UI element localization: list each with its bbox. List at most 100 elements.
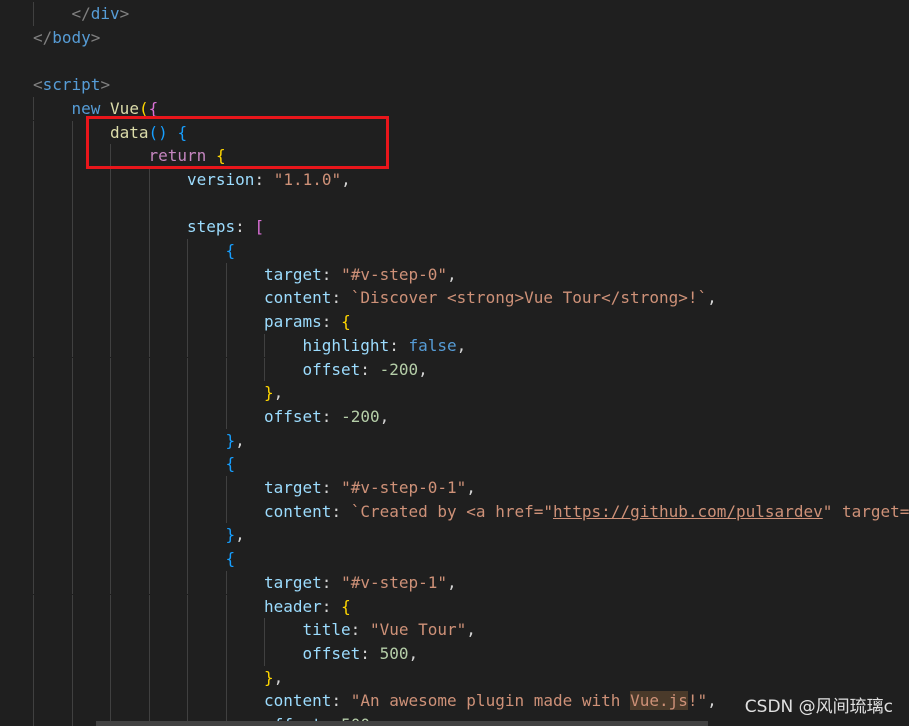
code-line: new Vue({ [0, 96, 909, 121]
indent-guide [110, 381, 111, 405]
indent-guide [225, 618, 227, 642]
indent-guide [110, 641, 111, 666]
indent-guide [187, 286, 188, 311]
indent-guide [71, 333, 73, 358]
code-token: : [331, 288, 351, 308]
horizontal-scrollbar[interactable] [96, 721, 708, 726]
code-text: highlight: false, [303, 334, 467, 358]
indent-guide [110, 167, 111, 192]
indent-guide [71, 144, 73, 168]
code-token: content [264, 288, 332, 308]
code-token: , [235, 525, 245, 545]
code-token: -200 [379, 359, 419, 379]
code-token: , [707, 288, 717, 308]
code-text: }, [226, 523, 245, 547]
code-token: : [321, 312, 342, 332]
indent-guide [110, 239, 111, 263]
indent-guide [148, 594, 150, 619]
indent-guide [110, 262, 111, 287]
indent-guide [148, 357, 150, 382]
code-token: offset [302, 359, 361, 379]
code-token: "#v-step-1" [341, 572, 448, 592]
indent-guide [110, 357, 111, 382]
code-token: { [215, 146, 226, 166]
code-token: : [331, 691, 351, 711]
indent-guide [33, 713, 34, 726]
code-token: highlight [302, 335, 390, 355]
code-token: : [321, 572, 342, 592]
indent-guide [71, 310, 73, 334]
code-line: header: { [0, 594, 909, 619]
code-token: https://github.com/pulsardev [553, 501, 823, 521]
indent-guide [71, 381, 73, 405]
code-token: `Created by <a href=" [350, 501, 553, 521]
code-line: { [0, 239, 909, 263]
indent-guide [264, 333, 265, 358]
code-text: content: `Created by <a href="https://gi… [264, 500, 909, 524]
code-text: version: "1.1.0", [187, 168, 351, 192]
indent-guide [33, 144, 34, 168]
indent-guide [110, 665, 111, 690]
code-text: return { [149, 144, 226, 168]
indent-guide [187, 570, 188, 595]
indent-guide [71, 120, 73, 145]
code-token: } [225, 525, 236, 545]
indent-guide [110, 452, 111, 476]
indent-guide [110, 310, 111, 334]
code-token: "#v-step-0-1" [341, 478, 467, 497]
indent-guide [148, 262, 150, 287]
code-token: header [264, 596, 322, 616]
indent-guide [110, 191, 111, 216]
indent-guide [71, 689, 73, 713]
code-text: target: "#v-step-1", [264, 571, 457, 595]
code-line: offset: -200, [0, 357, 909, 382]
code-text: data() { [110, 121, 187, 145]
code-token: } [225, 430, 236, 450]
code-token: return [148, 146, 207, 166]
indent-guide [110, 618, 111, 642]
code-token: , [466, 478, 476, 497]
indent-guide [71, 191, 73, 216]
indent-guide [187, 333, 188, 358]
indent-guide [33, 310, 34, 334]
indent-guide [225, 333, 227, 358]
code-line: }, [0, 428, 909, 453]
indent-guide [71, 452, 73, 476]
code-token: content [264, 501, 332, 521]
code-text: offset: 500, [303, 642, 419, 666]
indent-guide [110, 286, 111, 311]
indent-guide [148, 641, 150, 666]
code-token: > [119, 4, 130, 23]
indent-guide [187, 262, 188, 287]
indent-guide [71, 665, 73, 690]
code-token: , [273, 667, 284, 687]
indent-guide [264, 618, 265, 642]
code-token: < [33, 75, 43, 95]
code-token: { [225, 241, 236, 260]
indent-guide [225, 499, 227, 524]
indent-guide [33, 452, 34, 476]
indent-guide [110, 499, 111, 524]
code-line: offset: -200, [0, 404, 909, 429]
code-token: { [148, 98, 159, 118]
code-editor[interactable]: </div> </body> <script> new Vue({data() {re… [0, 0, 909, 726]
indent-guide [110, 333, 111, 358]
indent-guide [264, 641, 265, 666]
indent-guide [33, 476, 34, 500]
code-line: data() { [0, 120, 909, 145]
code-text: }, [264, 381, 283, 405]
indent-guide [148, 452, 150, 476]
indent-guide [71, 570, 73, 595]
code-token: , [447, 264, 457, 284]
indent-guide [33, 428, 34, 453]
code-token: : [321, 406, 342, 426]
code-line: return { [0, 144, 909, 168]
code-token: > [100, 75, 111, 95]
code-token: `Discover <strong>Vue Tour</strong>!` [350, 288, 708, 308]
code-token: , [418, 359, 428, 379]
code-token: > [90, 27, 101, 47]
indent-guide [33, 191, 34, 216]
indent-guide [110, 428, 111, 453]
code-line: version: "1.1.0", [0, 167, 909, 192]
